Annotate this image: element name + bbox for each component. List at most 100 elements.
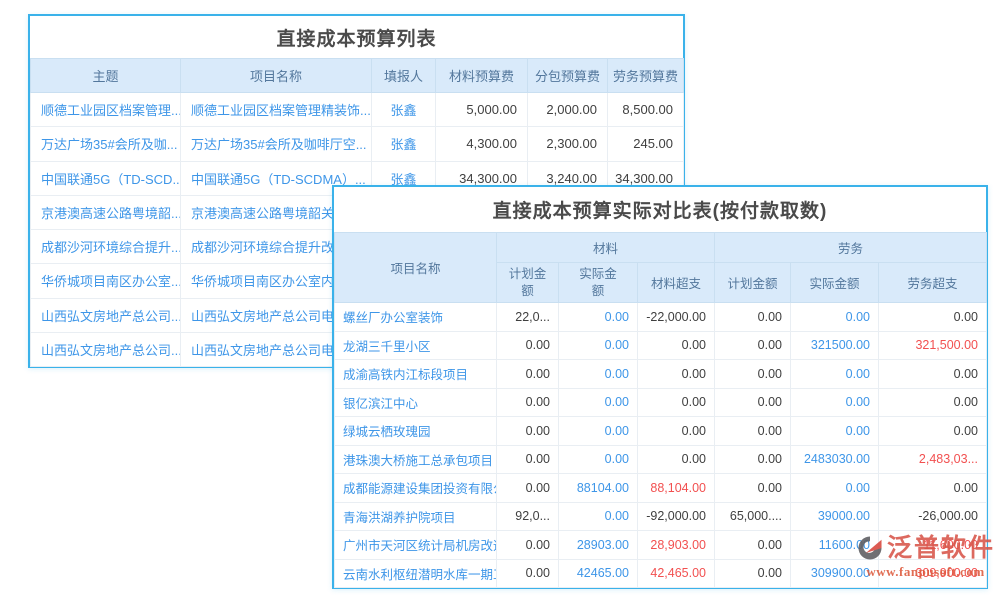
material-overrun-cell: 0.00 [638, 445, 715, 474]
labor-actual-link[interactable]: 0.00 [791, 303, 879, 332]
col-header-material-budget: 材料预算费 [436, 59, 528, 93]
labor-overrun-cell: 0.00 [879, 303, 987, 332]
material-actual-link[interactable]: 0.00 [559, 445, 638, 474]
labor-plan-cell: 0.00 [715, 559, 791, 588]
material-plan-cell: 0.00 [497, 417, 559, 446]
labor-plan-cell: 0.00 [715, 303, 791, 332]
material-plan-cell: 0.00 [497, 388, 559, 417]
material-actual-link[interactable]: 0.00 [559, 417, 638, 446]
material-actual-link[interactable]: 0.00 [559, 303, 638, 332]
col-header-material-actual: 实际金额 [559, 263, 638, 303]
material-budget-cell: 5,000.00 [436, 93, 528, 127]
labor-actual-link[interactable]: 321500.00 [791, 331, 879, 360]
subject-link[interactable]: 山西弘文房地产总公司... [31, 298, 181, 332]
project-link[interactable]: 青海洪湖养护院项目 [335, 502, 497, 531]
material-actual-link[interactable]: 0.00 [559, 331, 638, 360]
material-actual-link[interactable]: 0.00 [559, 360, 638, 389]
table-row: 成渝高铁内江标段项目 0.00 0.00 0.00 0.00 0.00 0.00 [335, 360, 987, 389]
labor-actual-link[interactable]: 0.00 [791, 417, 879, 446]
project-link[interactable]: 绿城云栖玫瑰园 [335, 417, 497, 446]
material-overrun-cell: -92,000.00 [638, 502, 715, 531]
table-row: 顺德工业园区档案管理... 顺德工业园区档案管理精装饰... 张鑫 5,000.… [31, 93, 684, 127]
col-header-subcontract-budget: 分包预算费 [528, 59, 608, 93]
material-plan-cell: 92,0... [497, 502, 559, 531]
project-link[interactable]: 港珠澳大桥施工总承包项目 [335, 445, 497, 474]
labor-plan-cell: 0.00 [715, 531, 791, 560]
labor-plan-cell: 0.00 [715, 331, 791, 360]
material-plan-cell: 22,0... [497, 303, 559, 332]
material-overrun-cell: 0.00 [638, 360, 715, 389]
table-row: 螺丝厂办公室装饰 22,0... 0.00 -22,000.00 0.00 0.… [335, 303, 987, 332]
project-link[interactable]: 成渝高铁内江标段项目 [335, 360, 497, 389]
subject-link[interactable]: 山西弘文房地产总公司... [31, 332, 181, 366]
window-budget-actual-comparison: 直接成本预算实际对比表(按付款取数) 项目名称 材料 劳务 计划金额 实际金额 … [332, 185, 988, 589]
material-overrun-cell: 0.00 [638, 388, 715, 417]
table-row: 港珠澳大桥施工总承包项目 0.00 0.00 0.00 0.00 2483030… [335, 445, 987, 474]
material-overrun-cell: 0.00 [638, 331, 715, 360]
subject-link[interactable]: 成都沙河环境综合提升... [31, 230, 181, 264]
col-header-material-plan: 计划金额 [497, 263, 559, 303]
material-overrun-cell: 0.00 [638, 417, 715, 446]
table-row: 广州市天河区统计局机房改造 0.00 28903.00 28,903.00 0.… [335, 531, 987, 560]
labor-budget-cell: 8,500.00 [608, 93, 684, 127]
comparison-group-header-row: 项目名称 材料 劳务 [335, 233, 987, 263]
comparison-title: 直接成本预算实际对比表(按付款取数) [334, 187, 986, 232]
labor-actual-link[interactable]: 11600.00 [791, 531, 879, 560]
material-plan-cell: 0.00 [497, 531, 559, 560]
labor-overrun-cell: 321,500.00 [879, 331, 987, 360]
labor-plan-cell: 0.00 [715, 445, 791, 474]
reporter-cell: 张鑫 [372, 127, 436, 161]
material-actual-link[interactable]: 0.00 [559, 502, 638, 531]
labor-actual-link[interactable]: 2483030.00 [791, 445, 879, 474]
project-link[interactable]: 云南水利枢纽潜明水库一期工 [335, 559, 497, 588]
labor-plan-cell: 0.00 [715, 417, 791, 446]
material-overrun-cell: 88,104.00 [638, 474, 715, 503]
material-actual-link[interactable]: 42465.00 [559, 559, 638, 588]
col-header-project: 项目名称 [181, 59, 372, 93]
table-row: 银亿滨江中心 0.00 0.00 0.00 0.00 0.00 0.00 [335, 388, 987, 417]
table-row: 龙湖三千里小区 0.00 0.00 0.00 0.00 321500.00 32… [335, 331, 987, 360]
project-link[interactable]: 银亿滨江中心 [335, 388, 497, 417]
material-plan-cell: 0.00 [497, 331, 559, 360]
material-plan-cell: 0.00 [497, 474, 559, 503]
project-link[interactable]: 螺丝厂办公室装饰 [335, 303, 497, 332]
col-header-labor-overrun: 劳务超支 [879, 263, 987, 303]
col-header-material-overrun: 材料超支 [638, 263, 715, 303]
material-overrun-cell: -22,000.00 [638, 303, 715, 332]
col-header-subject: 主题 [31, 59, 181, 93]
col-header-labor-plan: 计划金额 [715, 263, 791, 303]
material-overrun-cell: 28,903.00 [638, 531, 715, 560]
comparison-table: 项目名称 材料 劳务 计划金额 实际金额 材料超支 计划金额 实际金额 劳务超支… [334, 232, 987, 588]
table-row: 万达广场35#会所及咖... 万达广场35#会所及咖啡厅空... 张鑫 4,30… [31, 127, 684, 161]
project-link[interactable]: 万达广场35#会所及咖啡厅空... [181, 127, 372, 161]
subject-link[interactable]: 华侨城项目南区办公室... [31, 264, 181, 298]
labor-plan-cell: 0.00 [715, 388, 791, 417]
project-link[interactable]: 成都能源建设集团投资有限公 [335, 474, 497, 503]
subject-link[interactable]: 中国联通5G（TD-SCD... [31, 161, 181, 195]
project-link[interactable]: 龙湖三千里小区 [335, 331, 497, 360]
subcontract-budget-cell: 2,000.00 [528, 93, 608, 127]
labor-actual-link[interactable]: 0.00 [791, 474, 879, 503]
material-actual-link[interactable]: 28903.00 [559, 531, 638, 560]
project-link[interactable]: 广州市天河区统计局机房改造 [335, 531, 497, 560]
material-plan-cell: 0.00 [497, 445, 559, 474]
subject-link[interactable]: 万达广场35#会所及咖... [31, 127, 181, 161]
budget-list-header-row: 主题 项目名称 填报人 材料预算费 分包预算费 劳务预算费 [31, 59, 684, 93]
labor-overrun-cell: 11,600.00 [879, 531, 987, 560]
labor-overrun-cell: 0.00 [879, 474, 987, 503]
material-actual-link[interactable]: 0.00 [559, 388, 638, 417]
material-actual-link[interactable]: 88104.00 [559, 474, 638, 503]
subcontract-budget-cell: 2,300.00 [528, 127, 608, 161]
material-overrun-cell: 42,465.00 [638, 559, 715, 588]
labor-actual-link[interactable]: 0.00 [791, 360, 879, 389]
col-header-labor-actual: 实际金额 [791, 263, 879, 303]
labor-actual-link[interactable]: 39000.00 [791, 502, 879, 531]
material-plan-cell: 0.00 [497, 559, 559, 588]
subject-link[interactable]: 顺德工业园区档案管理... [31, 93, 181, 127]
col-header-labor-budget: 劳务预算费 [608, 59, 684, 93]
labor-actual-link[interactable]: 0.00 [791, 388, 879, 417]
project-link[interactable]: 顺德工业园区档案管理精装饰... [181, 93, 372, 127]
labor-overrun-cell: 2,483,03... [879, 445, 987, 474]
labor-actual-link[interactable]: 309900.00 [791, 559, 879, 588]
subject-link[interactable]: 京港澳高速公路粤境韶... [31, 195, 181, 229]
